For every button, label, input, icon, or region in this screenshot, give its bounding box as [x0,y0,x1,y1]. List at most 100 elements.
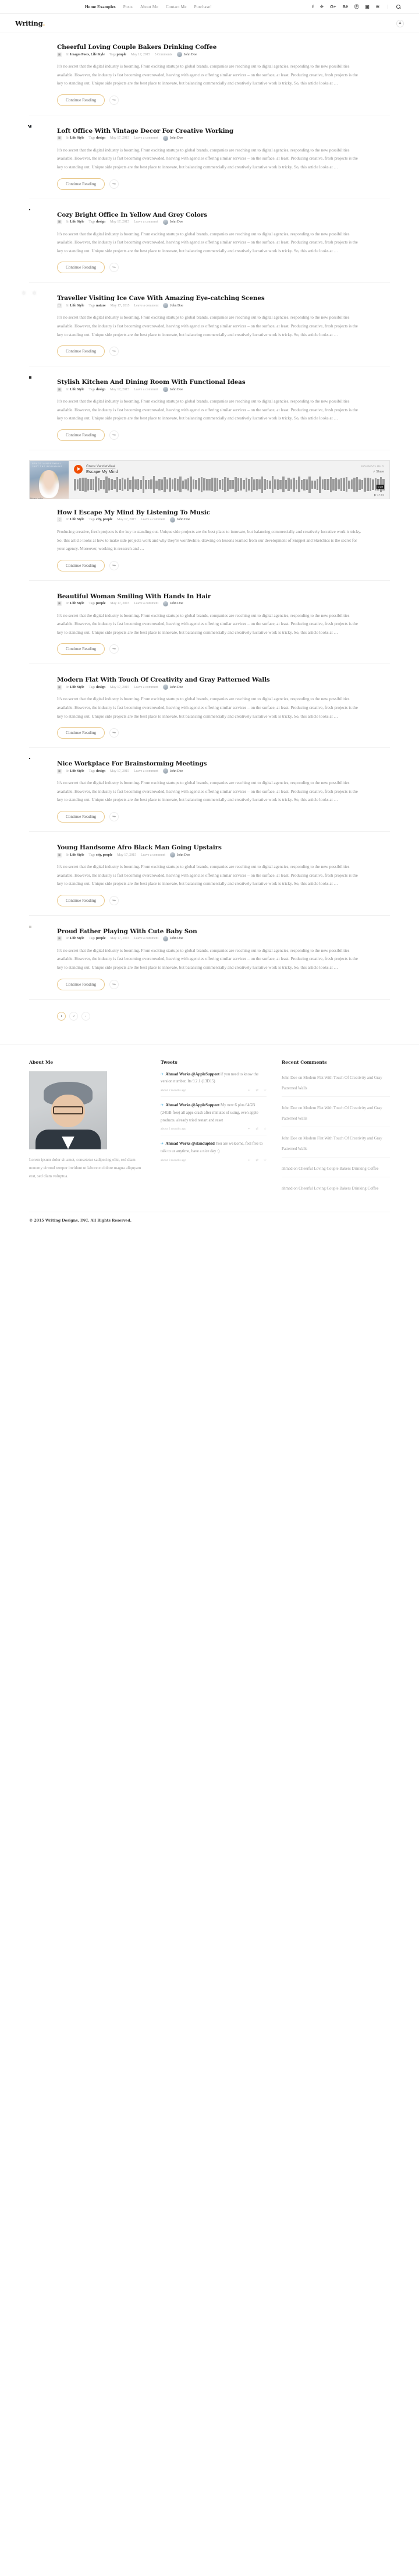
post-author[interactable]: John Doe [163,303,183,309]
categories-value[interactable]: Life Style [70,937,84,940]
post-comments-link[interactable]: Leave a comment [134,937,158,940]
post-author[interactable]: John Doe [162,768,183,774]
continue-reading-button[interactable]: Continue Reading [57,643,105,655]
reply-icon[interactable]: ↩ [248,1127,251,1131]
nav-item-about-me[interactable]: About Me [140,5,158,9]
post-author[interactable]: John Doe [163,601,183,606]
pagination-page-›[interactable]: › [81,1011,90,1021]
recent-comment-link[interactable]: John Doe on Modern Flat With Touch Of Cr… [282,1106,382,1121]
post-title[interactable]: Proud Father Playing With Cute Baby Son [57,928,197,935]
post-title[interactable]: Loft Office With Vintage Decor For Creat… [57,128,233,135]
recent-comment-link[interactable]: John Doe on Modern Flat With Touch Of Cr… [282,1075,382,1091]
reply-icon[interactable]: ↩ [248,1089,251,1092]
post-author[interactable]: John Doe [162,219,183,225]
continue-reading-button[interactable]: Continue Reading [57,978,105,990]
categories-value[interactable]: Life Style [70,136,84,140]
author-name[interactable]: John Doe [170,937,183,940]
post-comments-link[interactable]: 5 Comments [155,53,172,57]
author-name[interactable]: John Doe [170,770,183,773]
rss-icon[interactable]: ≋ [376,5,379,9]
facebook-icon[interactable]: f [313,5,314,9]
author-name[interactable]: John Doe [170,220,183,224]
nav-item-purchase[interactable]: Purchase! [194,5,212,9]
behance-icon[interactable]: Bē [343,5,349,9]
retweet-icon[interactable]: ⇄ [255,1127,258,1131]
share-button[interactable]: ↗ Share [361,470,384,474]
continue-reading-button[interactable]: Continue Reading [57,727,105,739]
categories-value[interactable]: Life Style [70,220,84,224]
recent-comment-link[interactable]: John Doe on Modern Flat With Touch Of Cr… [282,1136,382,1151]
tags-value[interactable]: design [96,388,105,391]
continue-reading-button[interactable]: Continue Reading [57,429,105,441]
share-icon[interactable]: ↪ [109,95,119,105]
post-comments-link[interactable]: Leave a comment [134,304,158,308]
tags-value[interactable]: design [96,136,105,140]
continue-reading-button[interactable]: Continue Reading [57,894,105,906]
site-logo[interactable]: Writing. [15,19,45,27]
post-comments-link[interactable]: Leave a comment [141,518,165,521]
author-name[interactable]: John Doe [170,686,183,689]
play-icon[interactable] [74,464,83,474]
nav-item-contact-me[interactable]: Contact Me [166,5,187,9]
post-author[interactable]: John Doe [162,135,183,141]
search-icon[interactable] [396,5,400,9]
continue-reading-button[interactable]: Continue Reading [57,559,105,571]
share-icon[interactable]: ↪ [109,430,119,440]
post-title[interactable]: Beautiful Woman Smiling With Hands In Ha… [57,593,211,600]
author-name[interactable]: John Doe [184,53,197,57]
categories-value[interactable]: Life Style [70,686,84,689]
categories-value[interactable]: Life Style [70,518,84,521]
author-name[interactable]: John Doe [170,388,183,391]
post-title[interactable]: Nice Workplace For Brainstorming Meeting… [57,760,207,767]
favorite-icon[interactable]: ☆ [264,1089,267,1092]
tweet-handle[interactable]: @AppleSupport [191,1072,219,1077]
author-name[interactable]: John Doe [170,602,183,605]
share-icon[interactable]: ↪ [109,263,119,273]
share-icon[interactable]: ↪ [109,347,119,357]
tags-value[interactable]: design [96,770,105,773]
author-name[interactable]: John Doe [170,136,183,140]
recent-comment-link[interactable]: ahmad on Cheerful Loving Couple Bakers D… [282,1166,378,1171]
tags-value[interactable]: design [96,686,105,689]
nav-item-posts[interactable]: Posts [123,5,133,9]
recent-comment-link[interactable]: ahmad on Cheerful Loving Couple Bakers D… [282,1186,378,1191]
instagram-icon[interactable]: ▣ [365,5,370,9]
share-icon[interactable]: ↪ [109,644,119,654]
categories-value[interactable]: Life Style [70,304,84,308]
share-icon[interactable]: ↪ [109,179,119,189]
post-title[interactable]: Young Handsome Afro Black Man Going Upst… [57,844,222,851]
continue-reading-button[interactable]: Continue Reading [57,262,105,274]
share-icon[interactable]: ↪ [109,728,119,738]
retweet-icon[interactable]: ⇄ [255,1089,258,1092]
post-author[interactable]: John Doe [163,936,183,941]
tags-value[interactable]: city, people [96,853,112,857]
share-icon[interactable]: ↪ [109,812,119,822]
author-name[interactable]: John Doe [170,304,183,308]
tags-value[interactable]: people [117,53,126,57]
post-author[interactable]: John Doe [176,52,197,57]
continue-reading-button[interactable]: Continue Reading [57,345,105,358]
post-comments-link[interactable]: Leave a comment [134,770,158,773]
search-toggle[interactable] [388,5,404,9]
google-plus-icon[interactable]: G+ [330,5,336,9]
tweet-author[interactable]: Ahmad Works [165,1072,190,1077]
waveform-scrubber[interactable] [74,476,385,493]
post-comments-link[interactable]: Leave a comment [141,853,165,857]
privacy-policy-link[interactable]: Privacy policy [30,497,43,499]
tweet-author[interactable]: Ahmad Works [165,1142,190,1146]
audio-player[interactable]: GRACE VANDERWAAL JUST THE BEGINNING Privac… [29,460,390,499]
categories-value[interactable]: Life Style [70,853,84,857]
tags-value[interactable]: nature [96,304,106,308]
categories-value[interactable]: Life Style [70,770,84,773]
tweet-handle[interactable]: @AppleSupport [191,1103,219,1107]
post-title[interactable]: Traveller Visiting Ice Cave With Amazing… [57,295,265,302]
categories-value[interactable]: Life Style [70,602,84,605]
twitter-icon[interactable]: ✈ [320,5,324,9]
post-comments-link[interactable]: Leave a comment [134,686,158,689]
categories-value[interactable]: Images Posts, Life Style [70,53,105,57]
post-author[interactable]: John Doe [162,684,183,690]
post-comments-link[interactable]: Leave a comment [134,388,158,391]
pagination-page-1[interactable]: 1 [57,1011,66,1021]
track-artist[interactable]: Grace VanderWaal [86,465,118,468]
reply-icon[interactable]: ↩ [248,1159,251,1162]
